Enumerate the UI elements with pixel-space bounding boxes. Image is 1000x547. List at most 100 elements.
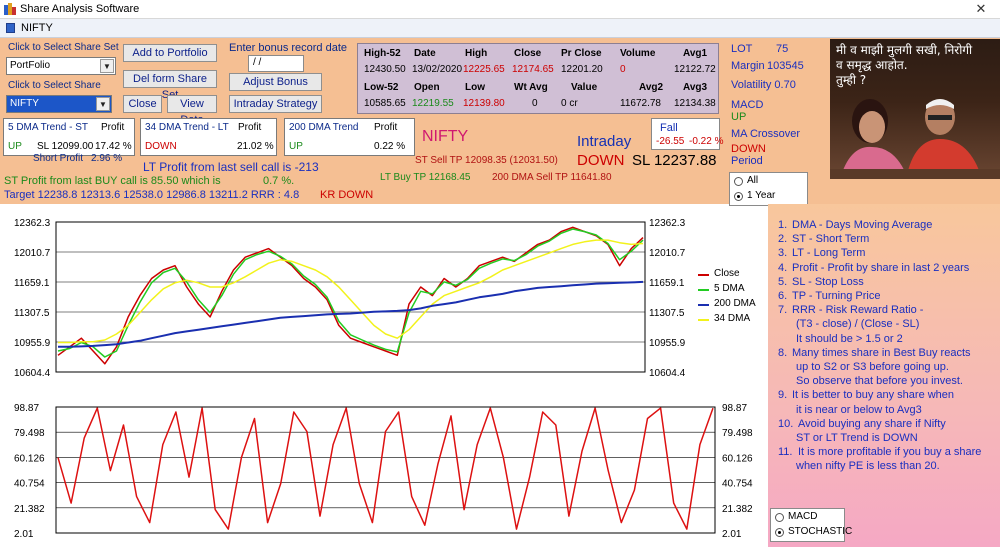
st-profit-percent: 0.7 %. xyxy=(263,175,295,187)
share-set-dropdown[interactable]: PortFolio ▼ xyxy=(6,57,116,75)
tip-line: up to S2 or S3 before going up. xyxy=(778,360,993,374)
y-tick-label-right: 11307.5 xyxy=(649,308,685,319)
period-all-radio[interactable] xyxy=(734,177,743,186)
share-value: NIFTY xyxy=(10,98,39,109)
dma5-trend: UP xyxy=(8,141,22,152)
price-chart[interactable]: 12362.3 12362.3 12010.7 12010.7 11659.1 11659… xyxy=(0,204,768,386)
y-tick-label-left: 10955.9 xyxy=(14,338,51,349)
st-sell-tp: ST Sell TP 12098.35 (12031.50) xyxy=(415,155,558,166)
stat-value: 12174.65 xyxy=(512,64,554,75)
tip-line: 6. TP - Turning Price xyxy=(778,289,993,303)
legend-swatch xyxy=(698,274,709,276)
symbol-name: NIFTY xyxy=(422,128,469,145)
legend-label: 34 DMA xyxy=(714,313,751,324)
y-tick-label-right: 12010.7 xyxy=(649,248,686,259)
fall-box: Fall -26.55 -0.22 % xyxy=(651,118,723,150)
dma200-profit: 0.22 % xyxy=(374,141,406,152)
stat-header: Value xyxy=(571,82,598,93)
tip-text: TP - Turning Price xyxy=(792,290,881,303)
dma5-trend-box: 5 DMA Trend - ST Profit UP SL 12099.00 1… xyxy=(3,118,135,156)
bonus-date-input[interactable]: / / xyxy=(248,55,304,72)
macd-value: UP xyxy=(731,111,747,123)
indicator-radio-group: MACD STOCHASTIC xyxy=(770,508,852,542)
period-1-year-radio[interactable] xyxy=(734,192,743,201)
tip-line: 3. LT - Long Term xyxy=(778,246,993,260)
tip-number: 10. xyxy=(778,417,794,430)
chevron-down-icon: ▼ xyxy=(100,59,114,73)
tip-text: (T3 - close) / (Close - SL) xyxy=(796,318,920,331)
tip-text: It is better to buy any share when xyxy=(792,389,955,402)
stat-value: 12139.80 xyxy=(463,98,505,109)
dma34-profit-label: Profit xyxy=(238,122,262,133)
dma34-trend: DOWN xyxy=(145,141,177,152)
tip-number: 9. xyxy=(778,389,788,402)
period-radio-group: All 1 Year xyxy=(729,172,808,206)
adjust-bonus-button[interactable]: Adjust Bonus xyxy=(229,73,322,91)
stat-value: 12134.38 xyxy=(674,98,716,109)
close-icon[interactable]: ✕ xyxy=(972,1,990,17)
tip-line: 9. It is better to buy any share when xyxy=(778,388,993,402)
tip-text: DMA - Days Moving Average xyxy=(792,219,933,231)
tips-panel: 1. DMA - Days Moving Average 2. ST - Short … xyxy=(768,204,1000,547)
legend-label: 5 DMA xyxy=(714,283,745,294)
y-tick-label-left: 98.87 xyxy=(14,403,39,414)
intraday-strategy-button[interactable]: Intraday Strategy xyxy=(229,95,322,113)
close-button[interactable]: Close xyxy=(123,95,162,113)
tip-number: 3. xyxy=(778,247,788,260)
stochastic-chart[interactable]: 98.87 98.87 79.498 79.498 60.126 60.126 40.754… xyxy=(0,388,768,547)
tip-text: Many times share in Best Buy reacts xyxy=(792,346,971,359)
stat-header: High xyxy=(465,48,488,59)
share-dropdown[interactable]: NIFTY ▼ xyxy=(6,95,112,113)
legend-label: 200 DMA xyxy=(714,298,756,309)
add-to-portfolio-button[interactable]: Add to Portfolio xyxy=(123,44,217,62)
legend-item: 34 DMA xyxy=(698,313,768,328)
intraday-label: Intraday xyxy=(577,133,632,150)
delete-from-share-set-button[interactable]: Del form Share Set xyxy=(123,70,217,101)
share-label: Click to Select Share xyxy=(8,80,101,91)
stat-header: High-52 xyxy=(364,48,401,59)
stat-header: Avg2 xyxy=(639,82,664,93)
y-tick-label-left: 79.498 xyxy=(14,428,45,439)
stochastic-radio[interactable] xyxy=(775,528,784,537)
tip-line: when nifty PE is less than 20. xyxy=(778,459,993,473)
tip-text: it is near or below to Avg3 xyxy=(796,403,922,416)
macd-radio[interactable] xyxy=(775,513,784,522)
chart-legend: Close 5 DMA 200 DMA 34 DMA xyxy=(698,268,768,328)
stat-value: 0 cr xyxy=(561,98,578,109)
short-profit-value: 2.96 % xyxy=(91,153,123,164)
y-tick-label-left: 2.01 xyxy=(14,529,34,540)
kr-signal: KR DOWN xyxy=(320,189,374,201)
short-profit-label: Short Profit xyxy=(33,153,84,164)
y-tick-label-left: 10604.4 xyxy=(14,368,51,379)
share-set-value: PortFolio xyxy=(10,60,51,71)
fall-points: -26.55 xyxy=(656,136,685,147)
y-tick-label-left: 11307.5 xyxy=(14,308,50,319)
stat-value: 11672.78 xyxy=(620,98,661,109)
y-tick-label-left: 12362.3 xyxy=(14,218,51,229)
stat-header: Close xyxy=(514,48,542,59)
y-tick-label-left: 11659.1 xyxy=(14,278,50,289)
y-tick-label-left: 60.126 xyxy=(14,453,45,464)
tip-line: 5. SL - Stop Loss xyxy=(778,275,993,289)
tip-text: when nifty PE is less than 20. xyxy=(796,460,940,473)
tip-number: 6. xyxy=(778,290,788,303)
ma-crossover-label: MA Crossover xyxy=(731,128,801,140)
y-tick-label-right: 10604.4 xyxy=(649,368,686,379)
photo-caption-line: तुम्ही ? xyxy=(836,73,867,87)
dma5-sl: SL 12099.00 xyxy=(37,141,94,152)
legend-item: 5 DMA xyxy=(698,283,768,298)
dma200-trend: UP xyxy=(289,141,303,152)
margin-value: 103545 xyxy=(767,60,804,72)
tip-number: 7. xyxy=(778,304,788,317)
stat-value: 13/02/2020 xyxy=(412,64,463,75)
y-tick-label-left: 21.382 xyxy=(14,504,45,515)
dma200-trend-box: 200 DMA Trend Profit UP 0.22 % xyxy=(284,118,415,156)
target-text: Target 12238.8 12313.6 12538.0 12986.8 1… xyxy=(4,189,300,201)
view-data-button[interactable]: View Data xyxy=(167,95,217,126)
lot-label: LOT xyxy=(731,43,753,55)
tip-line: 11. It is more profitable if you buy a sh… xyxy=(778,445,993,459)
title-bar: Share Analysis Software ✕ xyxy=(0,0,1000,19)
tip-line: It should be > 1.5 or 2 xyxy=(778,332,993,346)
tip-text: RRR - Risk Reward Ratio - xyxy=(792,304,924,317)
dma200-sell-tp: 200 DMA Sell TP 11641.80 xyxy=(492,172,612,183)
